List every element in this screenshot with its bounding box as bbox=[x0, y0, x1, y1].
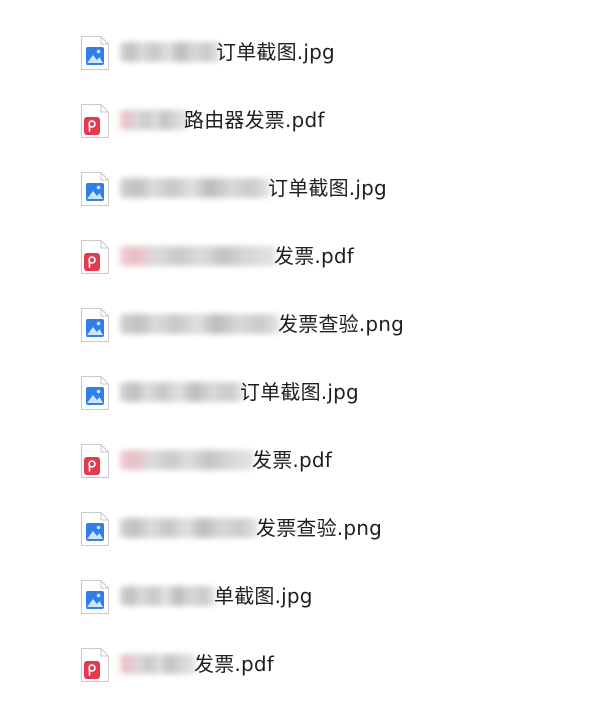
redacted-name bbox=[120, 314, 280, 334]
file-list: 订单截图.jpg 路由器发票.pdf 订单截图.jpg 发票.pdf 发票查验.… bbox=[0, 0, 605, 707]
pdf-file-icon bbox=[81, 648, 109, 682]
redacted-name bbox=[120, 246, 276, 266]
file-item[interactable]: 单截图.jpg bbox=[80, 575, 585, 617]
file-name: 发票.pdf bbox=[194, 652, 274, 676]
redacted-name bbox=[120, 654, 196, 674]
pdf-file-icon bbox=[81, 104, 109, 138]
image-file-icon bbox=[81, 172, 109, 206]
file-name: 发票查验.png bbox=[256, 516, 383, 540]
file-name: 发票查验.png bbox=[278, 312, 405, 336]
file-item[interactable]: 订单截图.jpg bbox=[80, 371, 585, 413]
file-item[interactable]: 订单截图.jpg bbox=[80, 167, 585, 209]
image-file-icon bbox=[81, 580, 109, 614]
image-file-icon bbox=[81, 36, 109, 70]
redacted-name bbox=[120, 178, 270, 198]
redacted-name bbox=[120, 586, 216, 606]
redacted-name bbox=[120, 518, 258, 538]
redacted-name bbox=[120, 450, 254, 470]
file-item[interactable]: 发票.pdf bbox=[80, 235, 585, 277]
file-item[interactable]: 发票.pdf bbox=[80, 643, 585, 685]
file-item[interactable]: 订单截图.jpg bbox=[80, 31, 585, 73]
file-name: 路由器发票.pdf bbox=[184, 108, 325, 132]
file-item[interactable]: 发票查验.png bbox=[80, 303, 585, 345]
redacted-name bbox=[120, 42, 220, 62]
file-name: 订单截图.jpg bbox=[240, 380, 359, 404]
file-name: 订单截图.jpg bbox=[268, 176, 387, 200]
file-name: 单截图.jpg bbox=[214, 584, 313, 608]
image-file-icon bbox=[81, 512, 109, 546]
file-name: 发票.pdf bbox=[252, 448, 332, 472]
file-item[interactable]: 路由器发票.pdf bbox=[80, 99, 585, 141]
file-name: 发票.pdf bbox=[274, 244, 354, 268]
redacted-name bbox=[120, 110, 188, 130]
file-name: 订单截图.jpg bbox=[216, 40, 335, 64]
image-file-icon bbox=[81, 376, 109, 410]
image-file-icon bbox=[81, 308, 109, 342]
pdf-file-icon bbox=[81, 444, 109, 478]
file-item[interactable]: 发票查验.png bbox=[80, 507, 585, 549]
file-item[interactable]: 发票.pdf bbox=[80, 439, 585, 481]
pdf-file-icon bbox=[81, 240, 109, 274]
redacted-name bbox=[120, 382, 244, 402]
